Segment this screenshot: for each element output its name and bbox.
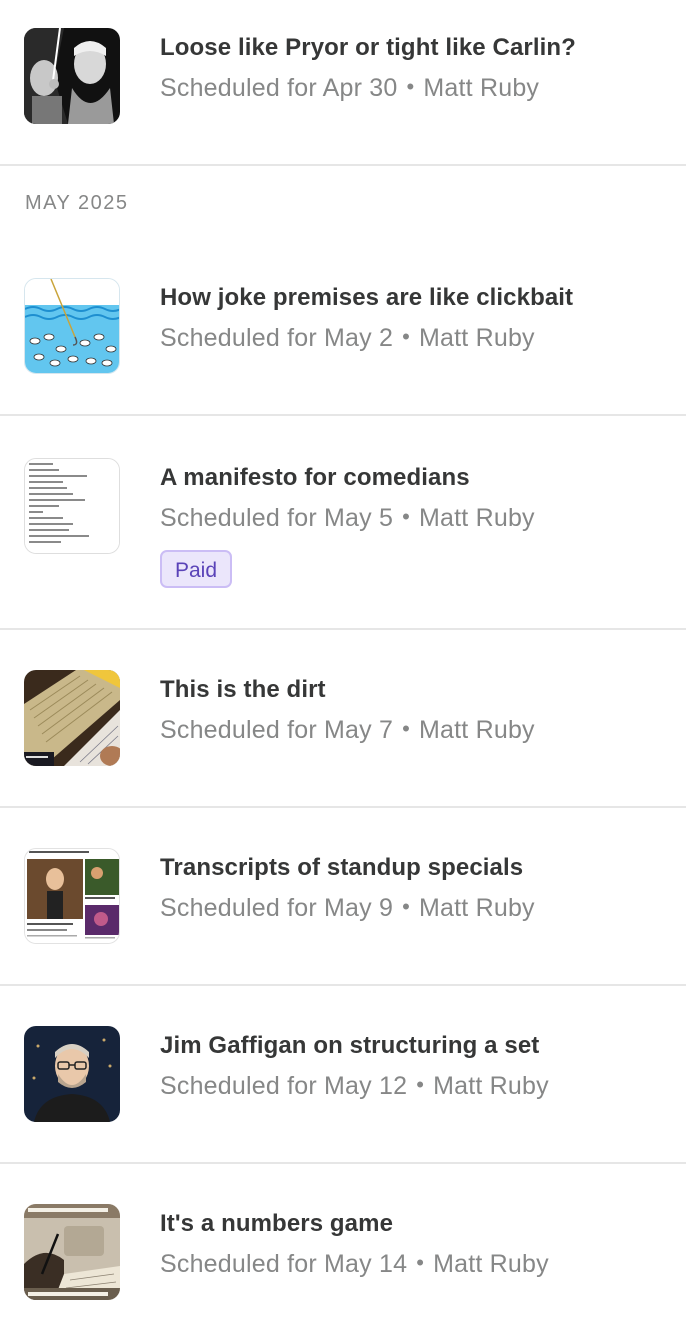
notebook-photo-icon[interactable] (24, 670, 120, 766)
post-meta: Scheduled for May 7 • Matt Ruby (160, 715, 666, 746)
post-meta: Scheduled for Apr 30 • Matt Ruby (160, 73, 666, 104)
scheduled-date: Scheduled for May 9 (160, 894, 394, 922)
separator-dot: • (402, 716, 411, 741)
fishing-hook-icon[interactable] (24, 278, 120, 374)
post-title[interactable]: Jim Gaffigan on structuring a set (160, 1031, 666, 1061)
separator-dot: • (406, 74, 415, 99)
post-row[interactable]: It's a numbers game Scheduled for May 14… (0, 1164, 686, 1318)
writing-session-photo-icon[interactable] (24, 1204, 120, 1300)
scheduled-date: Scheduled for May 5 (160, 504, 394, 532)
month-header: MAY 2025 (25, 192, 129, 214)
post-row[interactable]: Jim Gaffigan on structuring a set Schedu… (0, 986, 686, 1164)
post-meta: Scheduled for May 12 • Matt Ruby (160, 1071, 666, 1102)
transcripts-collage-icon[interactable] (24, 848, 120, 944)
comedians-photo-icon[interactable] (24, 28, 120, 124)
post-title[interactable]: Transcripts of standup specials (160, 853, 666, 883)
post-title[interactable]: This is the dirt (160, 675, 666, 705)
separator-dot: • (416, 1250, 425, 1275)
separator-dot: • (402, 324, 411, 349)
post-row[interactable]: Loose like Pryor or tight like Carlin? S… (0, 0, 686, 166)
paid-badge: Paid (160, 550, 233, 588)
manifesto-text-icon[interactable] (24, 458, 120, 554)
scheduled-date: Scheduled for May 14 (160, 1250, 408, 1278)
separator-dot: • (402, 504, 411, 529)
scheduled-date: Scheduled for Apr 30 (160, 74, 398, 102)
author-name: Matt Ruby (419, 324, 535, 352)
post-row[interactable]: Transcripts of standup specials Schedule… (0, 808, 686, 986)
post-meta: Scheduled for May 2 • Matt Ruby (160, 323, 666, 354)
scheduled-date: Scheduled for May 2 (160, 324, 394, 352)
author-name: Matt Ruby (419, 504, 535, 532)
author-name: Matt Ruby (419, 716, 535, 744)
author-name: Matt Ruby (433, 1250, 549, 1278)
author-name: Matt Ruby (423, 74, 540, 102)
post-meta: Scheduled for May 5 • Matt Ruby (160, 503, 666, 534)
post-row[interactable]: This is the dirt Scheduled for May 7 • Mat… (0, 630, 686, 808)
author-name: Matt Ruby (419, 894, 535, 922)
author-name: Matt Ruby (433, 1072, 549, 1100)
portrait-photo-icon[interactable] (24, 1026, 120, 1122)
scheduled-date: Scheduled for May 7 (160, 716, 394, 744)
post-title[interactable]: Loose like Pryor or tight like Carlin? (160, 33, 666, 63)
post-row[interactable]: A manifesto for comedians Scheduled for … (0, 416, 686, 630)
post-title[interactable]: How joke premises are like clickbait (160, 283, 666, 313)
post-title[interactable]: It's a numbers game (160, 1209, 666, 1239)
separator-dot: • (416, 1072, 425, 1097)
post-title[interactable]: A manifesto for comedians (160, 463, 666, 493)
separator-dot: • (402, 894, 411, 919)
post-row[interactable]: How joke premises are like clickbait Sch… (0, 236, 686, 416)
scheduled-date: Scheduled for May 12 (160, 1072, 408, 1100)
post-meta: Scheduled for May 9 • Matt Ruby (160, 893, 666, 924)
scheduled-posts-list: Loose like Pryor or tight like Carlin? S… (0, 0, 686, 1318)
post-meta: Scheduled for May 14 • Matt Ruby (160, 1249, 666, 1280)
